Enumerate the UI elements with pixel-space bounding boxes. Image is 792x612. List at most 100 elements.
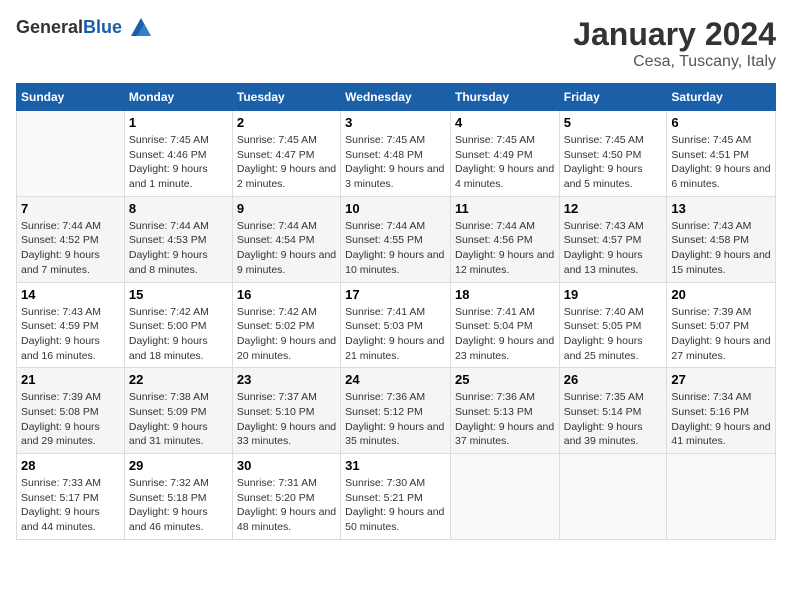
calendar-cell: 13 Sunrise: 7:43 AMSunset: 4:58 PMDayligh… bbox=[667, 196, 776, 282]
calendar-table: SundayMondayTuesdayWednesdayThursdayFrid… bbox=[16, 83, 776, 540]
calendar-header-row: SundayMondayTuesdayWednesdayThursdayFrid… bbox=[17, 84, 776, 111]
day-info: Sunrise: 7:38 AMSunset: 5:09 PMDaylight:… bbox=[129, 390, 228, 449]
day-number: 13 bbox=[671, 201, 771, 216]
day-info: Sunrise: 7:44 AMSunset: 4:56 PMDaylight:… bbox=[455, 219, 555, 278]
day-info: Sunrise: 7:36 AMSunset: 5:13 PMDaylight:… bbox=[455, 390, 555, 449]
day-number: 14 bbox=[21, 287, 120, 302]
day-number: 10 bbox=[345, 201, 446, 216]
day-number: 18 bbox=[455, 287, 555, 302]
calendar-cell: 29 Sunrise: 7:32 AMSunset: 5:18 PMDayligh… bbox=[124, 454, 232, 540]
day-info: Sunrise: 7:36 AMSunset: 5:12 PMDaylight:… bbox=[345, 390, 446, 449]
col-header-wednesday: Wednesday bbox=[341, 84, 451, 111]
day-number: 9 bbox=[237, 201, 336, 216]
day-number: 29 bbox=[129, 458, 228, 473]
day-info: Sunrise: 7:45 AMSunset: 4:49 PMDaylight:… bbox=[455, 133, 555, 192]
col-header-tuesday: Tuesday bbox=[232, 84, 340, 111]
day-info: Sunrise: 7:45 AMSunset: 4:50 PMDaylight:… bbox=[564, 133, 663, 192]
calendar-cell: 22 Sunrise: 7:38 AMSunset: 5:09 PMDayligh… bbox=[124, 368, 232, 454]
day-number: 31 bbox=[345, 458, 446, 473]
location-text: Cesa, Tuscany, Italy bbox=[573, 53, 776, 71]
calendar-cell: 27 Sunrise: 7:34 AMSunset: 5:16 PMDayligh… bbox=[667, 368, 776, 454]
day-info: Sunrise: 7:45 AMSunset: 4:46 PMDaylight:… bbox=[129, 133, 228, 192]
calendar-cell bbox=[17, 111, 125, 197]
col-header-sunday: Sunday bbox=[17, 84, 125, 111]
day-info: Sunrise: 7:42 AMSunset: 5:02 PMDaylight:… bbox=[237, 305, 336, 364]
logo: GeneralBlue bbox=[16, 16, 153, 40]
calendar-cell: 3 Sunrise: 7:45 AMSunset: 4:48 PMDaylight… bbox=[341, 111, 451, 197]
day-number: 16 bbox=[237, 287, 336, 302]
calendar-cell: 14 Sunrise: 7:43 AMSunset: 4:59 PMDayligh… bbox=[17, 282, 125, 368]
day-info: Sunrise: 7:45 AMSunset: 4:48 PMDaylight:… bbox=[345, 133, 446, 192]
col-header-thursday: Thursday bbox=[450, 84, 559, 111]
month-title: January 2024 bbox=[573, 16, 776, 53]
calendar-cell: 6Sunrise: 7:45 AMSunset: 4:51 PMDaylight… bbox=[667, 111, 776, 197]
day-info: Sunrise: 7:43 AMSunset: 4:58 PMDaylight:… bbox=[671, 219, 771, 278]
calendar-cell bbox=[559, 454, 667, 540]
day-number: 26 bbox=[564, 372, 663, 387]
day-info: Sunrise: 7:43 AMSunset: 4:59 PMDaylight:… bbox=[21, 305, 120, 364]
day-number: 3 bbox=[345, 115, 446, 130]
calendar-cell: 25 Sunrise: 7:36 AMSunset: 5:13 PMDayligh… bbox=[450, 368, 559, 454]
day-number: 15 bbox=[129, 287, 228, 302]
calendar-cell: 8Sunrise: 7:44 AMSunset: 4:53 PMDaylight… bbox=[124, 196, 232, 282]
logo-general-text: General bbox=[16, 17, 83, 37]
calendar-cell bbox=[450, 454, 559, 540]
day-number: 25 bbox=[455, 372, 555, 387]
day-number: 4 bbox=[455, 115, 555, 130]
calendar-cell: 9Sunrise: 7:44 AMSunset: 4:54 PMDaylight… bbox=[232, 196, 340, 282]
calendar-cell: 10Sunrise: 7:44 AMSunset: 4:55 PMDayligh… bbox=[341, 196, 451, 282]
day-number: 24 bbox=[345, 372, 446, 387]
col-header-saturday: Saturday bbox=[667, 84, 776, 111]
day-info: Sunrise: 7:44 AMSunset: 4:52 PMDaylight:… bbox=[21, 219, 120, 278]
day-number: 12 bbox=[564, 201, 663, 216]
calendar-cell: 24 Sunrise: 7:36 AMSunset: 5:12 PMDayligh… bbox=[341, 368, 451, 454]
day-number: 21 bbox=[21, 372, 120, 387]
day-number: 11 bbox=[455, 201, 555, 216]
calendar-cell: 31 Sunrise: 7:30 AMSunset: 5:21 PMDayligh… bbox=[341, 454, 451, 540]
day-number: 8 bbox=[129, 201, 228, 216]
day-info: Sunrise: 7:40 AMSunset: 5:05 PMDaylight:… bbox=[564, 305, 663, 364]
calendar-cell: 16 Sunrise: 7:42 AMSunset: 5:02 PMDayligh… bbox=[232, 282, 340, 368]
day-info: Sunrise: 7:37 AMSunset: 5:10 PMDaylight:… bbox=[237, 390, 336, 449]
calendar-cell: 26Sunrise: 7:35 AMSunset: 5:14 PMDayligh… bbox=[559, 368, 667, 454]
calendar-cell: 4 Sunrise: 7:45 AMSunset: 4:49 PMDaylight… bbox=[450, 111, 559, 197]
day-number: 2 bbox=[237, 115, 336, 130]
calendar-cell: 18 Sunrise: 7:41 AMSunset: 5:04 PMDayligh… bbox=[450, 282, 559, 368]
calendar-cell: 1 Sunrise: 7:45 AMSunset: 4:46 PMDaylight… bbox=[124, 111, 232, 197]
calendar-cell: 23 Sunrise: 7:37 AMSunset: 5:10 PMDayligh… bbox=[232, 368, 340, 454]
calendar-cell bbox=[667, 454, 776, 540]
day-number: 23 bbox=[237, 372, 336, 387]
day-number: 30 bbox=[237, 458, 336, 473]
day-info: Sunrise: 7:41 AMSunset: 5:04 PMDaylight:… bbox=[455, 305, 555, 364]
day-info: Sunrise: 7:42 AMSunset: 5:00 PMDaylight:… bbox=[129, 305, 228, 364]
page-header: GeneralBlue January 2024 Cesa, Tuscany, … bbox=[16, 16, 776, 71]
day-number: 5 bbox=[564, 115, 663, 130]
col-header-monday: Monday bbox=[124, 84, 232, 111]
logo-icon bbox=[129, 16, 153, 40]
title-block: January 2024 Cesa, Tuscany, Italy bbox=[573, 16, 776, 71]
calendar-cell: 7Sunrise: 7:44 AMSunset: 4:52 PMDaylight… bbox=[17, 196, 125, 282]
calendar-cell: 20 Sunrise: 7:39 AMSunset: 5:07 PMDayligh… bbox=[667, 282, 776, 368]
day-info: Sunrise: 7:39 AMSunset: 5:07 PMDaylight:… bbox=[671, 305, 771, 364]
col-header-friday: Friday bbox=[559, 84, 667, 111]
calendar-week-row: 28Sunrise: 7:33 AMSunset: 5:17 PMDayligh… bbox=[17, 454, 776, 540]
day-info: Sunrise: 7:30 AMSunset: 5:21 PMDaylight:… bbox=[345, 476, 446, 535]
day-number: 19 bbox=[564, 287, 663, 302]
day-number: 27 bbox=[671, 372, 771, 387]
calendar-cell: 30Sunrise: 7:31 AMSunset: 5:20 PMDayligh… bbox=[232, 454, 340, 540]
day-info: Sunrise: 7:32 AMSunset: 5:18 PMDaylight:… bbox=[129, 476, 228, 535]
day-info: Sunrise: 7:41 AMSunset: 5:03 PMDaylight:… bbox=[345, 305, 446, 364]
day-info: Sunrise: 7:45 AMSunset: 4:47 PMDaylight:… bbox=[237, 133, 336, 192]
logo-blue-text: Blue bbox=[83, 17, 122, 37]
calendar-cell: 5 Sunrise: 7:45 AMSunset: 4:50 PMDaylight… bbox=[559, 111, 667, 197]
day-number: 17 bbox=[345, 287, 446, 302]
calendar-cell: 11 Sunrise: 7:44 AMSunset: 4:56 PMDayligh… bbox=[450, 196, 559, 282]
day-number: 20 bbox=[671, 287, 771, 302]
day-info: Sunrise: 7:34 AMSunset: 5:16 PMDaylight:… bbox=[671, 390, 771, 449]
day-number: 1 bbox=[129, 115, 228, 130]
calendar-cell: 2 Sunrise: 7:45 AMSunset: 4:47 PMDaylight… bbox=[232, 111, 340, 197]
day-number: 22 bbox=[129, 372, 228, 387]
calendar-week-row: 14 Sunrise: 7:43 AMSunset: 4:59 PMDayligh… bbox=[17, 282, 776, 368]
calendar-cell: 28Sunrise: 7:33 AMSunset: 5:17 PMDayligh… bbox=[17, 454, 125, 540]
calendar-cell: 21Sunrise: 7:39 AMSunset: 5:08 PMDayligh… bbox=[17, 368, 125, 454]
